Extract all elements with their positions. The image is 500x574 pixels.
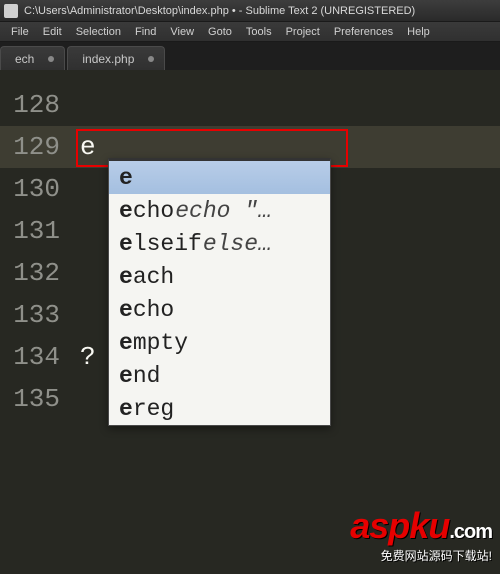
menu-view[interactable]: View — [163, 24, 201, 40]
autocomplete-item[interactable]: e — [109, 161, 330, 194]
window-title: C:\Users\Administrator\Desktop\index.php… — [24, 5, 415, 17]
line-number: 134 — [0, 336, 72, 378]
menu-file[interactable]: File — [4, 24, 36, 40]
autocomplete-item[interactable]: echo — [109, 293, 330, 326]
tab-label: ech — [15, 52, 34, 66]
autocomplete-item[interactable]: empty — [109, 326, 330, 359]
autocomplete-item[interactable]: ereg — [109, 392, 330, 425]
line-number: 128 — [0, 84, 72, 126]
watermark: aspku.com 免费网站源码下载站! — [350, 505, 492, 564]
typed-text: e — [80, 132, 96, 162]
line-number: 130 — [0, 168, 72, 210]
line-number: 129 — [0, 126, 72, 168]
tab-label: index.php — [82, 52, 134, 66]
menu-goto[interactable]: Goto — [201, 24, 239, 40]
autocomplete-item[interactable]: echoecho "… — [109, 194, 330, 227]
dirty-indicator-icon — [148, 56, 154, 62]
watermark-slogan: 免费网站源码下载站! — [350, 547, 492, 564]
tab-index-php[interactable]: index.php — [67, 46, 165, 70]
menu-find[interactable]: Find — [128, 24, 163, 40]
line-number: 131 — [0, 210, 72, 252]
autocomplete-item[interactable]: each — [109, 260, 330, 293]
code-line[interactable] — [72, 84, 500, 126]
line-number: 132 — [0, 252, 72, 294]
menu-edit[interactable]: Edit — [36, 24, 69, 40]
menubar: File Edit Selection Find View Goto Tools… — [0, 22, 500, 42]
menu-project[interactable]: Project — [279, 24, 327, 40]
watermark-brand: aspku.com — [350, 505, 492, 547]
autocomplete-item[interactable]: end — [109, 359, 330, 392]
line-number: 135 — [0, 378, 72, 420]
autocomplete-item[interactable]: elseifelse… — [109, 227, 330, 260]
tabbar: ech index.php — [0, 42, 500, 70]
menu-tools[interactable]: Tools — [239, 24, 279, 40]
line-number: 133 — [0, 294, 72, 336]
autocomplete-popup[interactable]: e echoecho "… elseifelse… each echo empt… — [108, 158, 331, 426]
window-titlebar: C:\Users\Administrator\Desktop\index.php… — [0, 0, 500, 22]
gutter: 128 129 130 131 132 133 134 135 — [0, 70, 72, 574]
dirty-indicator-icon — [48, 56, 54, 62]
tab-ech[interactable]: ech — [0, 46, 65, 70]
app-icon — [4, 4, 18, 18]
menu-preferences[interactable]: Preferences — [327, 24, 400, 40]
menu-selection[interactable]: Selection — [69, 24, 128, 40]
menu-help[interactable]: Help — [400, 24, 437, 40]
